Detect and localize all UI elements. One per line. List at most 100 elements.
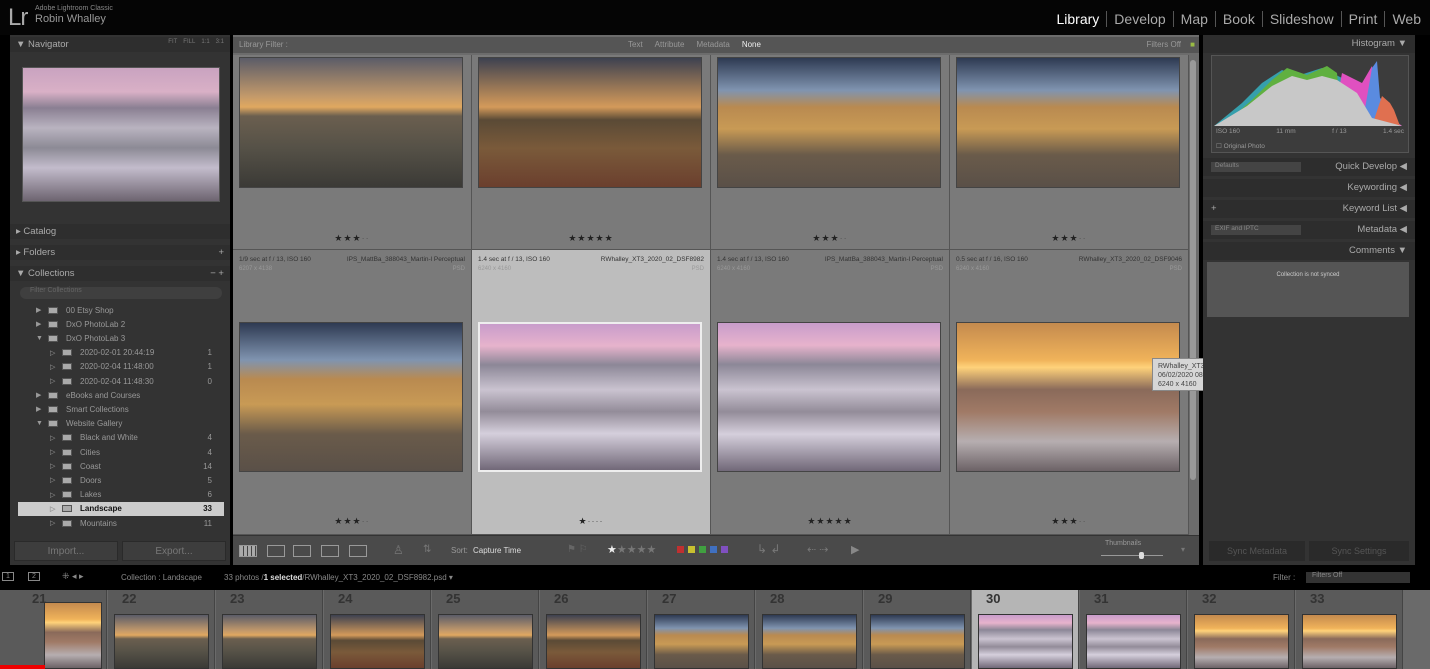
preset-select[interactable]: EXIF and IPTC bbox=[1211, 225, 1301, 235]
photo-thumbnail[interactable] bbox=[239, 57, 463, 188]
photo-thumbnail[interactable] bbox=[717, 322, 941, 472]
collection-item[interactable]: ▶ eBooks and Courses bbox=[18, 388, 224, 402]
expand-triangle-icon[interactable]: ▶ bbox=[36, 391, 48, 399]
module-map[interactable]: Map bbox=[1172, 11, 1215, 27]
collection-item[interactable]: ▶ Smart Collections bbox=[18, 402, 224, 416]
expand-triangle-icon[interactable]: ▷ bbox=[50, 349, 62, 357]
grid-cell[interactable]: 1.4 sec at f / 13, ISO 160 RWhalley_XT3_2… bbox=[472, 250, 711, 535]
collection-item[interactable]: ▷ Black and White 4 bbox=[18, 431, 224, 445]
filmstrip-cell[interactable]: 22 bbox=[108, 590, 215, 669]
filmstrip-cell[interactable]: 25 bbox=[432, 590, 539, 669]
expand-triangle-icon[interactable]: ▷ bbox=[50, 476, 62, 484]
collection-item[interactable]: ▷ Doors 5 bbox=[18, 473, 224, 487]
thumbnail-size-slider[interactable] bbox=[1101, 552, 1163, 559]
collection-item[interactable]: ▼ DxO PhotoLab 3 bbox=[18, 331, 224, 345]
filmstrip-thumbnail[interactable] bbox=[1086, 614, 1181, 669]
collection-item[interactable]: ▷ 2020-02-01 20:44:19 1 bbox=[18, 346, 224, 360]
grid-view-icon[interactable] bbox=[239, 545, 257, 557]
filmstrip-thumbnail[interactable] bbox=[546, 614, 641, 669]
filmstrip-thumbnail[interactable] bbox=[654, 614, 749, 669]
sort-direction-icon[interactable]: ⇅ bbox=[423, 544, 431, 555]
collection-item[interactable]: ▷ 2020-02-04 11:48:00 1 bbox=[18, 360, 224, 374]
collections-panel-header[interactable]: ▼ Collections − + bbox=[10, 266, 230, 281]
grid-cell[interactable]: 0.5 sec at f / 16, ISO 160 RWhalley_XT3_2… bbox=[950, 250, 1189, 535]
import-button[interactable]: Import... bbox=[14, 541, 118, 561]
grid-cell[interactable]: ★★★·· bbox=[711, 55, 950, 250]
photo-thumbnail[interactable] bbox=[478, 57, 702, 188]
star-rating[interactable]: ★★★·· bbox=[950, 233, 1188, 244]
color-label-swatch[interactable] bbox=[688, 546, 695, 553]
sync-settings-button[interactable]: Sync Settings bbox=[1309, 541, 1409, 561]
compare-view-icon[interactable] bbox=[293, 545, 311, 557]
slideshow-play-icon[interactable]: ▶ bbox=[851, 543, 859, 556]
filter-tab-attribute[interactable]: Attribute bbox=[655, 40, 685, 49]
filmstrip-cell[interactable]: 28 bbox=[756, 590, 863, 669]
collection-item[interactable]: ▼ Website Gallery bbox=[18, 417, 224, 431]
star-rating[interactable]: ★★★★★ bbox=[711, 516, 949, 527]
collection-item[interactable]: ▷ Mountains 11 bbox=[18, 516, 224, 530]
filmstrip-thumbnail[interactable] bbox=[44, 602, 102, 669]
grid-cell[interactable]: ★★★·· bbox=[233, 55, 472, 250]
collection-item[interactable]: ▶ 00 Etsy Shop bbox=[18, 303, 224, 317]
folders-panel-header[interactable]: ▸ Folders + bbox=[10, 245, 230, 260]
expand-triangle-icon[interactable]: ▶ bbox=[36, 306, 48, 314]
grid-scrollbar[interactable] bbox=[1190, 60, 1196, 480]
preset-select[interactable]: Defaults bbox=[1211, 162, 1301, 172]
filter-tab-text[interactable]: Text bbox=[628, 40, 643, 49]
export-button[interactable]: Export... bbox=[122, 541, 226, 561]
slider-thumb[interactable] bbox=[1139, 552, 1145, 559]
expand-triangle-icon[interactable]: ▷ bbox=[50, 491, 62, 499]
sync-metadata-button[interactable]: Sync Metadata bbox=[1209, 541, 1305, 561]
grid-and-nav-icons[interactable]: ⁜ ◂ ▸ bbox=[62, 571, 84, 582]
star-rating[interactable]: ★★★·· bbox=[950, 516, 1188, 527]
secondary-window-button[interactable]: 2 bbox=[28, 572, 40, 581]
navigator-zoom-0[interactable]: FIT bbox=[168, 39, 177, 45]
navigator-zoom-2[interactable]: 1:1 bbox=[201, 39, 209, 45]
navigator-zoom-3[interactable]: 3:1 bbox=[216, 39, 224, 45]
filmstrip-thumbnail[interactable] bbox=[438, 614, 533, 669]
star-rating[interactable]: ★★★★★ bbox=[472, 233, 710, 244]
filmstrip-thumbnail[interactable] bbox=[870, 614, 965, 669]
module-library[interactable]: Library bbox=[1050, 11, 1107, 27]
filter-preset[interactable]: Filters Off bbox=[1146, 40, 1181, 49]
expand-triangle-icon[interactable]: ▶ bbox=[36, 405, 48, 413]
filmstrip-cell[interactable]: 32 bbox=[1188, 590, 1295, 669]
color-label-swatch[interactable] bbox=[677, 546, 684, 553]
original-photo-checkbox[interactable]: ☐ Original Photo bbox=[1216, 142, 1265, 150]
module-print[interactable]: Print bbox=[1340, 11, 1385, 27]
star-rating[interactable]: ★★★·· bbox=[233, 233, 471, 244]
loupe-view-icon[interactable] bbox=[267, 545, 285, 557]
grid-cell[interactable]: 1.4 sec at f / 13, ISO 160 IPS_MattBa_388… bbox=[711, 250, 950, 535]
panel-header-keywording[interactable]: Keywording ◀ bbox=[1203, 179, 1415, 197]
panel-header-quick-develop[interactable]: Quick Develop ◀ Defaults bbox=[1203, 158, 1415, 176]
filmstrip-source[interactable]: Collection : Landscape bbox=[121, 573, 202, 582]
expand-triangle-icon[interactable]: ▷ bbox=[50, 462, 62, 470]
expand-triangle-icon[interactable]: ▶ bbox=[36, 320, 48, 328]
panel-header-metadata[interactable]: Metadata ◀ EXIF and IPTC bbox=[1203, 221, 1415, 239]
filmstrip-cell[interactable]: 26 bbox=[540, 590, 647, 669]
sort-select[interactable]: Capture Time bbox=[473, 546, 521, 555]
expand-triangle-icon[interactable]: ▷ bbox=[50, 377, 62, 385]
lock-icon[interactable]: ■ bbox=[1190, 40, 1195, 49]
panel-toggle-icon[interactable]: ◀ bbox=[1397, 224, 1407, 235]
expand-triangle-icon[interactable]: ▼ bbox=[36, 420, 48, 427]
nav-arrows[interactable]: ⇠ ⇢ bbox=[807, 543, 829, 556]
filmstrip-cell[interactable]: 27 bbox=[648, 590, 755, 669]
module-web[interactable]: Web bbox=[1384, 11, 1428, 27]
panel-toggle-icon[interactable]: ◀ bbox=[1397, 161, 1407, 172]
filmstrip-cell[interactable]: 21 bbox=[0, 590, 107, 669]
collection-item[interactable]: ▷ Landscape 33 bbox=[18, 501, 224, 516]
filmstrip-cell[interactable]: 23 bbox=[216, 590, 323, 669]
panel-toggle-icon[interactable]: ◀ bbox=[1397, 182, 1407, 193]
filmstrip-cell[interactable]: 24 bbox=[324, 590, 431, 669]
collection-item[interactable]: ▶ DxO PhotoLab 2 bbox=[18, 317, 224, 331]
filmstrip-thumbnail[interactable] bbox=[330, 614, 425, 669]
navigator-preview[interactable] bbox=[22, 67, 220, 202]
expand-triangle-icon[interactable]: ▷ bbox=[50, 519, 62, 527]
star-rating[interactable]: ★···· bbox=[472, 516, 710, 527]
filmstrip-thumbnail[interactable] bbox=[1302, 614, 1397, 669]
collection-filter-input[interactable]: Filter Collections bbox=[20, 287, 222, 299]
filter-tab-metadata[interactable]: Metadata bbox=[696, 40, 729, 49]
expand-triangle-icon[interactable]: ▷ bbox=[50, 363, 62, 371]
catalog-panel-header[interactable]: ▸ Catalog bbox=[10, 224, 230, 239]
